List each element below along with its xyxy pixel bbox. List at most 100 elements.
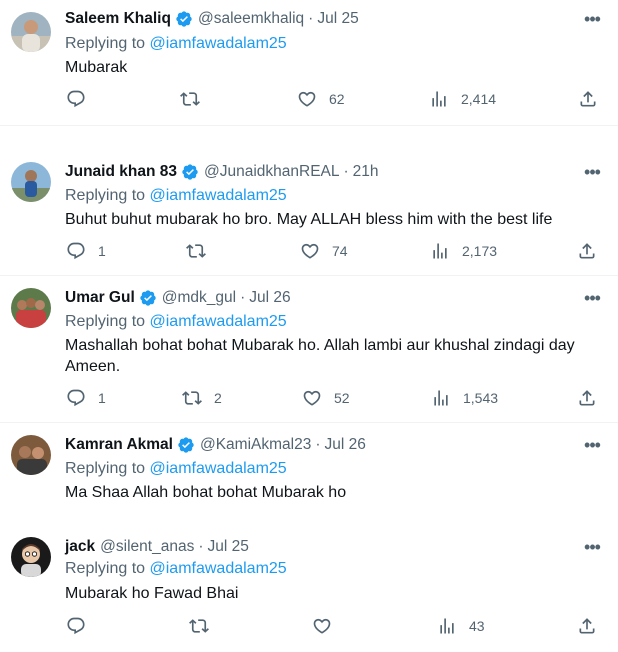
tweet-text: Buhut buhut mubarak ho bro. May ALLAH bl… — [65, 211, 553, 228]
author-handle[interactable]: @JunaidkhanREAL — [204, 163, 340, 181]
like-button[interactable]: 62 — [297, 89, 345, 109]
tweet-text: Mubarak ho Fawad Bhai — [65, 585, 239, 602]
mention-link[interactable]: @iamfawadalam25 — [150, 187, 287, 204]
retweet-icon — [182, 391, 202, 405]
reply-count: 1 — [98, 243, 106, 259]
share-button[interactable] — [577, 616, 597, 636]
action-bar: 1 74 2,173 — [0, 241, 618, 265]
avatar[interactable] — [11, 537, 51, 577]
reply-button[interactable]: 1 — [66, 241, 106, 261]
author-handle[interactable]: @KamiAkmal23 — [200, 436, 311, 454]
share-button[interactable] — [577, 388, 597, 408]
reply-button[interactable]: 1 — [66, 388, 106, 408]
verified-badge-icon — [139, 289, 157, 307]
views-button[interactable]: 43 — [437, 616, 485, 636]
replying-label: Replying to — [65, 460, 146, 477]
more-icon[interactable]: ••• — [582, 538, 602, 562]
author-handle[interactable]: @saleemkhaliq — [198, 10, 304, 28]
views-icon — [433, 243, 447, 259]
divider — [0, 275, 618, 276]
more-icon[interactable]: ••• — [582, 436, 602, 460]
mention-link[interactable]: @iamfawadalam25 — [150, 460, 287, 477]
views-button[interactable]: 2,414 — [429, 89, 496, 109]
like-count: 74 — [332, 243, 348, 259]
tweet[interactable]: Saleem Khaliq @saleemkhaliq · Jul 25 •••… — [0, 0, 618, 125]
tweet[interactable]: Umar Gul @mdk_gul · Jul 26 ••• Replying … — [0, 278, 618, 422]
more-icon[interactable]: ••• — [582, 10, 602, 34]
tweet-header: Junaid khan 83 @JunaidkhanREAL · 21h — [65, 161, 379, 183]
like-button[interactable]: 74 — [300, 241, 348, 261]
share-button[interactable] — [577, 241, 597, 261]
views-button[interactable]: 1,543 — [431, 388, 498, 408]
more-icon[interactable]: ••• — [582, 163, 602, 187]
avatar[interactable] — [11, 12, 51, 52]
author-name[interactable]: Junaid khan 83 — [65, 163, 177, 181]
like-button[interactable]: 52 — [302, 388, 350, 408]
retweet-icon — [189, 619, 209, 633]
retweet-icon — [180, 92, 200, 106]
like-count: 52 — [334, 390, 350, 406]
retweet-button[interactable] — [189, 616, 221, 636]
share-button[interactable] — [578, 89, 598, 109]
timestamp[interactable]: Jul 26 — [325, 436, 366, 454]
separator-dot: · — [198, 538, 204, 555]
replying-to: Replying to @iamfawadalam25 — [65, 187, 287, 205]
share-icon — [580, 91, 596, 107]
tweet[interactable]: Junaid khan 83 @JunaidkhanREAL · 21h •••… — [0, 152, 618, 275]
separator-dot: · — [343, 163, 349, 180]
tweet-header: Kamran Akmal @KamiAkmal23 · Jul 26 — [65, 434, 366, 456]
tweet-header: jack @silent_anas · Jul 25 — [65, 536, 249, 558]
reply-icon — [67, 242, 85, 260]
avatar[interactable] — [11, 288, 51, 328]
mention-link[interactable]: @iamfawadalam25 — [150, 35, 287, 52]
timestamp[interactable]: 21h — [353, 163, 379, 181]
divider — [0, 422, 618, 423]
replying-to: Replying to @iamfawadalam25 — [65, 35, 287, 53]
tweet[interactable]: Kamran Akmal @KamiAkmal23 · Jul 26 ••• R… — [0, 425, 618, 521]
tweet-text: Mashallah bohat bohat Mubarak ho. Allah … — [65, 337, 575, 375]
like-icon — [301, 243, 319, 259]
retweet-button[interactable]: 2 — [182, 388, 222, 408]
verified-badge-icon — [175, 10, 193, 28]
mention-link[interactable]: @iamfawadalam25 — [150, 560, 287, 577]
author-name[interactable]: jack — [65, 538, 95, 556]
author-name[interactable]: Saleem Khaliq — [65, 10, 171, 28]
author-handle[interactable]: @mdk_gul — [162, 289, 236, 307]
author-name[interactable]: Kamran Akmal — [65, 436, 173, 454]
replying-to: Replying to @iamfawadalam25 — [65, 560, 287, 578]
tweet-text: Mubarak — [65, 59, 128, 76]
replying-label: Replying to — [65, 560, 146, 577]
timestamp[interactable]: Jul 26 — [249, 289, 290, 307]
author-name[interactable]: Umar Gul — [65, 289, 135, 307]
views-button[interactable]: 2,173 — [430, 241, 497, 261]
action-bar: 62 2,414 — [0, 89, 618, 113]
timestamp[interactable]: Jul 25 — [317, 10, 358, 28]
avatar[interactable] — [11, 435, 51, 475]
reply-button[interactable] — [66, 89, 98, 109]
more-icon[interactable]: ••• — [582, 289, 602, 313]
like-count: 62 — [329, 91, 345, 107]
divider — [0, 125, 618, 126]
share-icon — [579, 390, 595, 406]
replying-to: Replying to @iamfawadalam25 — [65, 460, 287, 478]
retweet-button[interactable] — [186, 241, 218, 261]
like-icon — [313, 618, 331, 634]
like-button[interactable] — [312, 616, 344, 636]
separator-dot: · — [240, 289, 246, 306]
retweet-button[interactable] — [180, 89, 212, 109]
mention-link[interactable]: @iamfawadalam25 — [150, 313, 287, 330]
verified-badge-icon — [181, 163, 199, 181]
views-icon — [434, 390, 448, 406]
tweet[interactable]: jack @silent_anas · Jul 25 ••• Replying … — [0, 527, 618, 652]
reply-count: 1 — [98, 390, 106, 406]
timestamp[interactable]: Jul 25 — [208, 538, 249, 556]
tweet-text: Ma Shaa Allah bohat bohat Mubarak ho — [65, 484, 347, 501]
avatar[interactable] — [11, 162, 51, 202]
share-icon — [579, 618, 595, 634]
action-bar: 1 2 52 1,543 — [0, 388, 618, 412]
views-icon — [432, 91, 446, 107]
views-count: 2,173 — [462, 243, 498, 259]
reply-button[interactable] — [66, 616, 98, 636]
author-handle[interactable]: @silent_anas — [100, 538, 194, 556]
replying-label: Replying to — [65, 313, 146, 330]
